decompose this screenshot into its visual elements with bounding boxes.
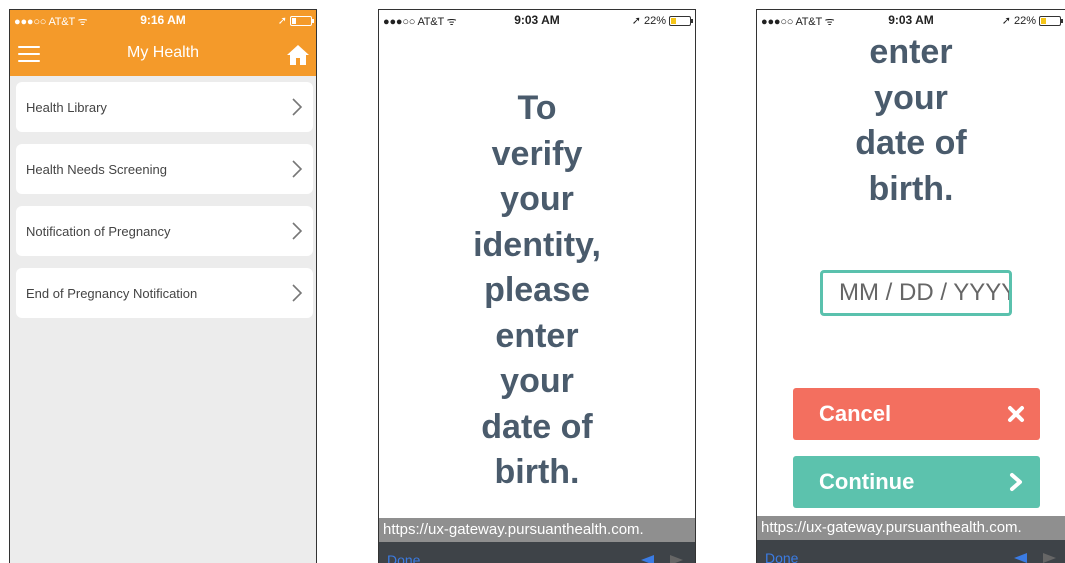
list-item-notification-of-pregnancy[interactable]: Notification of Pregnancy bbox=[16, 206, 313, 256]
chevron-right-icon bbox=[292, 222, 303, 240]
chevron-right-icon bbox=[1010, 473, 1022, 491]
message-line: identity, bbox=[473, 225, 601, 264]
message-line: please bbox=[484, 271, 590, 309]
keyboard-toolbar: Done bbox=[379, 542, 695, 563]
status-time: 9:16 AM bbox=[140, 13, 186, 27]
message-line: birth. bbox=[494, 453, 580, 491]
battery-icon bbox=[1039, 15, 1063, 26]
continue-label: Continue bbox=[819, 469, 915, 494]
list-item-end-of-pregnancy-notification[interactable]: End of Pregnancy Notification bbox=[16, 268, 313, 318]
status-bar: ●●●○○ AT&T ᯤ 9:03 AM ➚ 22% bbox=[379, 10, 695, 30]
status-bar: ●●●○○ AT&T ᯤ 9:16 AM ➚ bbox=[10, 10, 316, 30]
status-right: ➚ 22% bbox=[631, 14, 693, 27]
message-line: your bbox=[874, 78, 948, 117]
message-line: enter bbox=[869, 33, 953, 71]
health-menu-list: Health Library Health Needs Screening No… bbox=[16, 82, 313, 330]
verify-message: To verify your identity, please enter yo… bbox=[379, 86, 695, 496]
status-bar: ●●●○○ AT&T ᯤ 9:03 AM ➚ 22% bbox=[757, 10, 1065, 30]
list-item-label: Notification of Pregnancy bbox=[26, 223, 171, 239]
cancel-button[interactable]: Cancel bbox=[793, 388, 1040, 440]
date-of-birth-input[interactable] bbox=[820, 270, 1012, 316]
message-line: birth. bbox=[868, 169, 954, 208]
message-line: your bbox=[500, 180, 574, 218]
battery-percent: ➚ 22% bbox=[631, 15, 666, 27]
cancel-label: Cancel bbox=[819, 401, 892, 426]
message-line: enter bbox=[495, 316, 579, 355]
message-line: your bbox=[500, 362, 574, 400]
message-line: date of bbox=[855, 124, 967, 162]
chevron-right-icon bbox=[292, 284, 303, 302]
nav-bar: My Health bbox=[10, 30, 316, 76]
verify-identity-screen: ●●●○○ AT&T ᯤ 9:03 AM ➚ 22% To verify you… bbox=[378, 9, 696, 563]
dob-message: enter your date of birth. bbox=[757, 30, 1065, 212]
arrow-right-icon[interactable] bbox=[669, 554, 685, 563]
message-line: date of bbox=[481, 407, 593, 446]
chevron-right-icon bbox=[292, 98, 303, 116]
arrow-right-icon[interactable] bbox=[1042, 552, 1058, 563]
battery-icon bbox=[290, 15, 314, 26]
battery-icon bbox=[669, 15, 693, 26]
message-line: verify bbox=[491, 134, 583, 173]
url-bar[interactable]: https://ux-gateway.pursuanthealth.com. bbox=[379, 518, 695, 542]
list-item-label: Health Library bbox=[26, 99, 107, 115]
status-right: ➚ 22% bbox=[1001, 14, 1063, 27]
battery-percent: ➚ 22% bbox=[1001, 15, 1036, 27]
my-health-screen: ●●●○○ AT&T ᯤ 9:16 AM ➚ My Health Health … bbox=[9, 9, 317, 563]
date-of-birth-screen: ●●●○○ AT&T ᯤ 9:03 AM ➚ 22% enter your da… bbox=[756, 9, 1065, 563]
done-button[interactable]: Done bbox=[387, 552, 420, 563]
arrow-left-icon[interactable] bbox=[639, 554, 655, 563]
status-right: ➚ bbox=[277, 14, 314, 27]
list-item-label: End of Pregnancy Notification bbox=[26, 285, 198, 301]
keyboard-toolbar: Done bbox=[757, 540, 1065, 563]
chevron-right-icon bbox=[292, 160, 303, 178]
page-title: My Health bbox=[126, 44, 200, 61]
message-line: To bbox=[517, 89, 557, 127]
list-item-health-needs-screening[interactable]: Health Needs Screening bbox=[16, 144, 313, 194]
done-button[interactable]: Done bbox=[765, 550, 798, 563]
continue-button[interactable]: Continue bbox=[793, 456, 1040, 508]
location-icon: ➚ bbox=[277, 15, 287, 27]
arrow-left-icon[interactable] bbox=[1012, 552, 1028, 563]
close-icon bbox=[1008, 406, 1024, 422]
home-icon[interactable] bbox=[286, 44, 310, 66]
list-item-label: Health Needs Screening bbox=[26, 161, 167, 177]
list-item-health-library[interactable]: Health Library bbox=[16, 82, 313, 132]
url-bar[interactable]: https://ux-gateway.pursuanthealth.com. bbox=[757, 516, 1065, 540]
